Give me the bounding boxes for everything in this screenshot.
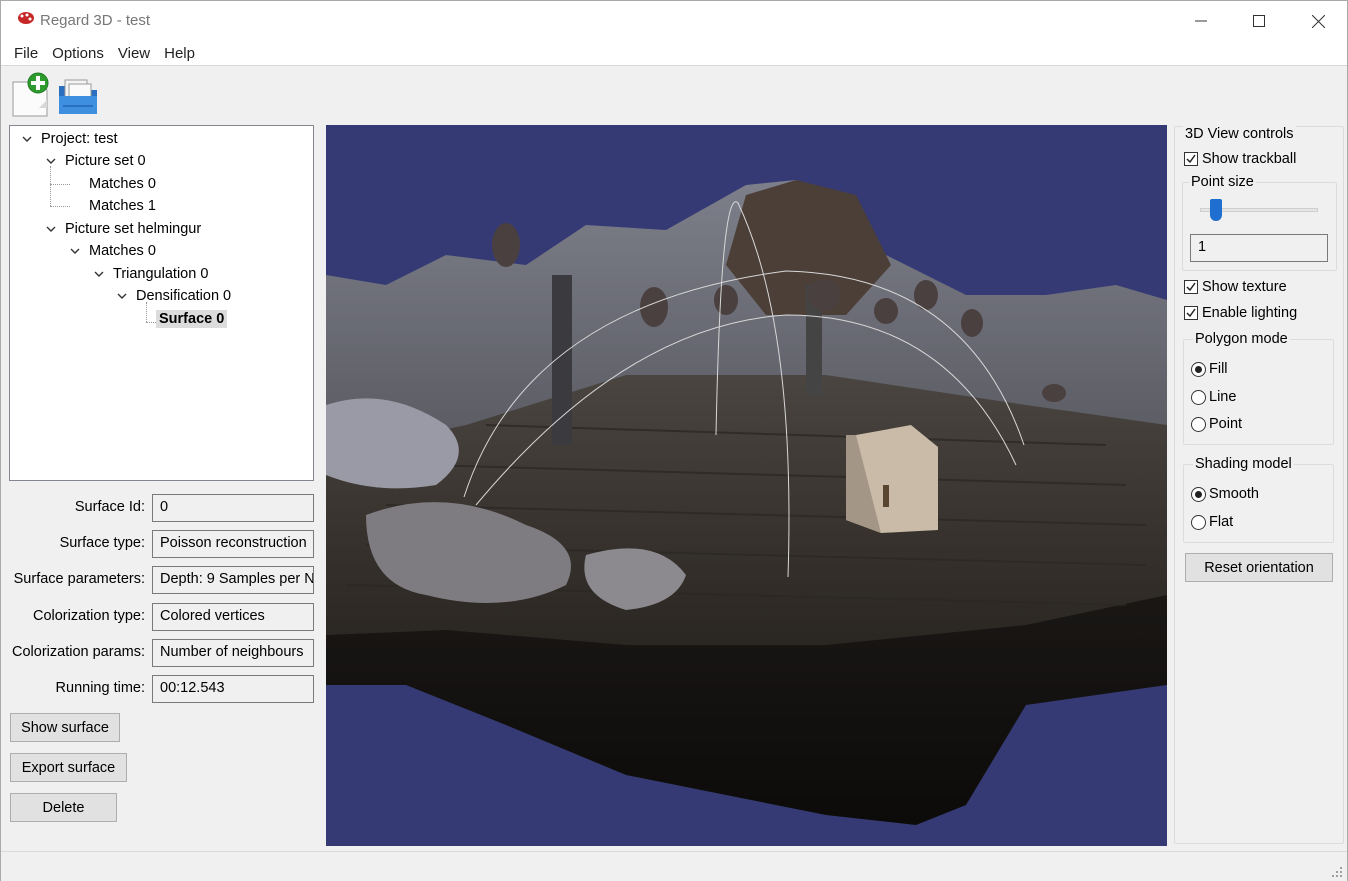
colorization-type-field[interactable]: Colored vertices [152,603,314,631]
chevron-down-icon [117,293,127,299]
tree-item-project[interactable]: Project: test [20,128,121,150]
shading-model-title: Shading model [1193,456,1294,472]
project-tree[interactable]: Project: test Picture set 0 Matches 0 Ma… [9,125,314,481]
polygon-mode-title: Polygon mode [1193,331,1290,347]
running-time-field[interactable]: 00:12.543 [152,675,314,703]
minimize-icon [1195,20,1207,22]
shading-flat-radio[interactable]: Flat [1191,514,1233,530]
show-surface-button[interactable]: Show surface [10,713,120,742]
open-project-button[interactable] [55,72,101,118]
view-controls-title: 3D View controls [1183,126,1296,142]
radio-unselected-icon [1191,389,1206,405]
surface-id-field[interactable]: 0 [152,494,314,522]
checkbox-checked-icon [1184,280,1198,294]
chevron-down-icon [46,158,56,164]
new-project-button[interactable] [9,72,55,118]
minimize-button[interactable] [1172,1,1230,41]
tree-guide-line [146,322,156,323]
status-bar [1,851,1347,881]
title-bar: Regard 3D - test [1,1,1347,41]
chevron-down-icon [70,248,80,254]
colorization-params-field[interactable]: Number of neighbours [152,639,314,667]
tree-item-picture-set-0[interactable]: Picture set 0 [44,150,149,172]
maximize-icon [1253,15,1265,27]
maximize-button[interactable] [1230,1,1288,41]
colorization-type-label: Colorization type: [32,608,145,624]
radio-selected-icon [1191,486,1206,502]
colorization-params-label: Colorization params: [12,644,145,660]
menu-help[interactable]: Help [157,45,202,62]
tree-item-surface-0[interactable]: Surface 0 [156,308,228,330]
surface-parameters-field[interactable]: Depth: 9 Samples per N [152,566,314,594]
radio-unselected-icon [1191,514,1206,530]
reset-orientation-button[interactable]: Reset orientation [1185,553,1333,582]
menu-options[interactable]: Options [45,45,111,62]
menu-bar: File Options View Help [1,41,1347,65]
tree-item-matches-1[interactable]: Matches 1 [86,195,159,217]
enable-lighting-checkbox[interactable]: Enable lighting [1184,305,1297,321]
app-logo-icon [18,12,34,24]
tree-guide-line [50,166,51,206]
resize-grip-icon[interactable] [1331,866,1343,878]
tree-item-triangulation-0[interactable]: Triangulation 0 [92,263,211,285]
delete-button[interactable]: Delete [10,793,117,822]
3d-model-render [326,125,1167,846]
show-texture-checkbox[interactable]: Show texture [1184,279,1287,295]
checkbox-checked-icon [1184,152,1198,166]
open-folder-icon [59,79,97,114]
point-size-input[interactable]: 1 [1190,234,1328,262]
checkbox-checked-icon [1184,306,1198,320]
polygon-point-radio[interactable]: Point [1191,416,1242,432]
tree-guide-line [50,184,70,185]
surface-id-label: Surface Id: [74,499,145,515]
tree-item-matches-0-helmingur[interactable]: Matches 0 [68,240,159,262]
radio-selected-icon [1191,361,1206,377]
toolbar [1,66,1347,122]
main-window: Regard 3D - test File Options View Help [0,0,1348,881]
polygon-fill-radio[interactable]: Fill [1191,361,1228,377]
tree-item-densification-0[interactable]: Densification 0 [115,285,234,307]
menu-file[interactable]: File [7,45,45,62]
show-trackball-checkbox[interactable]: Show trackball [1184,151,1296,167]
close-button[interactable] [1289,1,1347,41]
radio-unselected-icon [1191,416,1206,432]
slider-handle[interactable] [1210,199,1222,221]
menu-view[interactable]: View [111,45,157,62]
point-size-title: Point size [1189,174,1256,190]
3d-viewport[interactable] [326,125,1167,846]
running-time-label: Running time: [55,680,145,696]
chevron-down-icon [46,226,56,232]
polygon-line-radio[interactable]: Line [1191,389,1236,405]
window-title: Regard 3D - test [40,12,151,29]
surface-parameters-label: Surface parameters: [13,571,145,587]
surface-type-label: Surface type: [59,535,145,551]
point-size-slider[interactable] [1200,197,1320,223]
shading-model-group [1183,464,1334,543]
export-surface-button[interactable]: Export surface [10,753,127,782]
chevron-down-icon [22,136,32,142]
surface-type-field[interactable]: Poisson reconstruction [152,530,314,558]
close-icon [1311,14,1325,28]
tree-item-matches-0[interactable]: Matches 0 [86,173,159,195]
shading-smooth-radio[interactable]: Smooth [1191,486,1259,502]
tree-item-picture-set-helmingur[interactable]: Picture set helmingur [44,218,204,240]
tree-guide-line [50,206,70,207]
chevron-down-icon [94,271,104,277]
new-project-icon [12,72,49,117]
